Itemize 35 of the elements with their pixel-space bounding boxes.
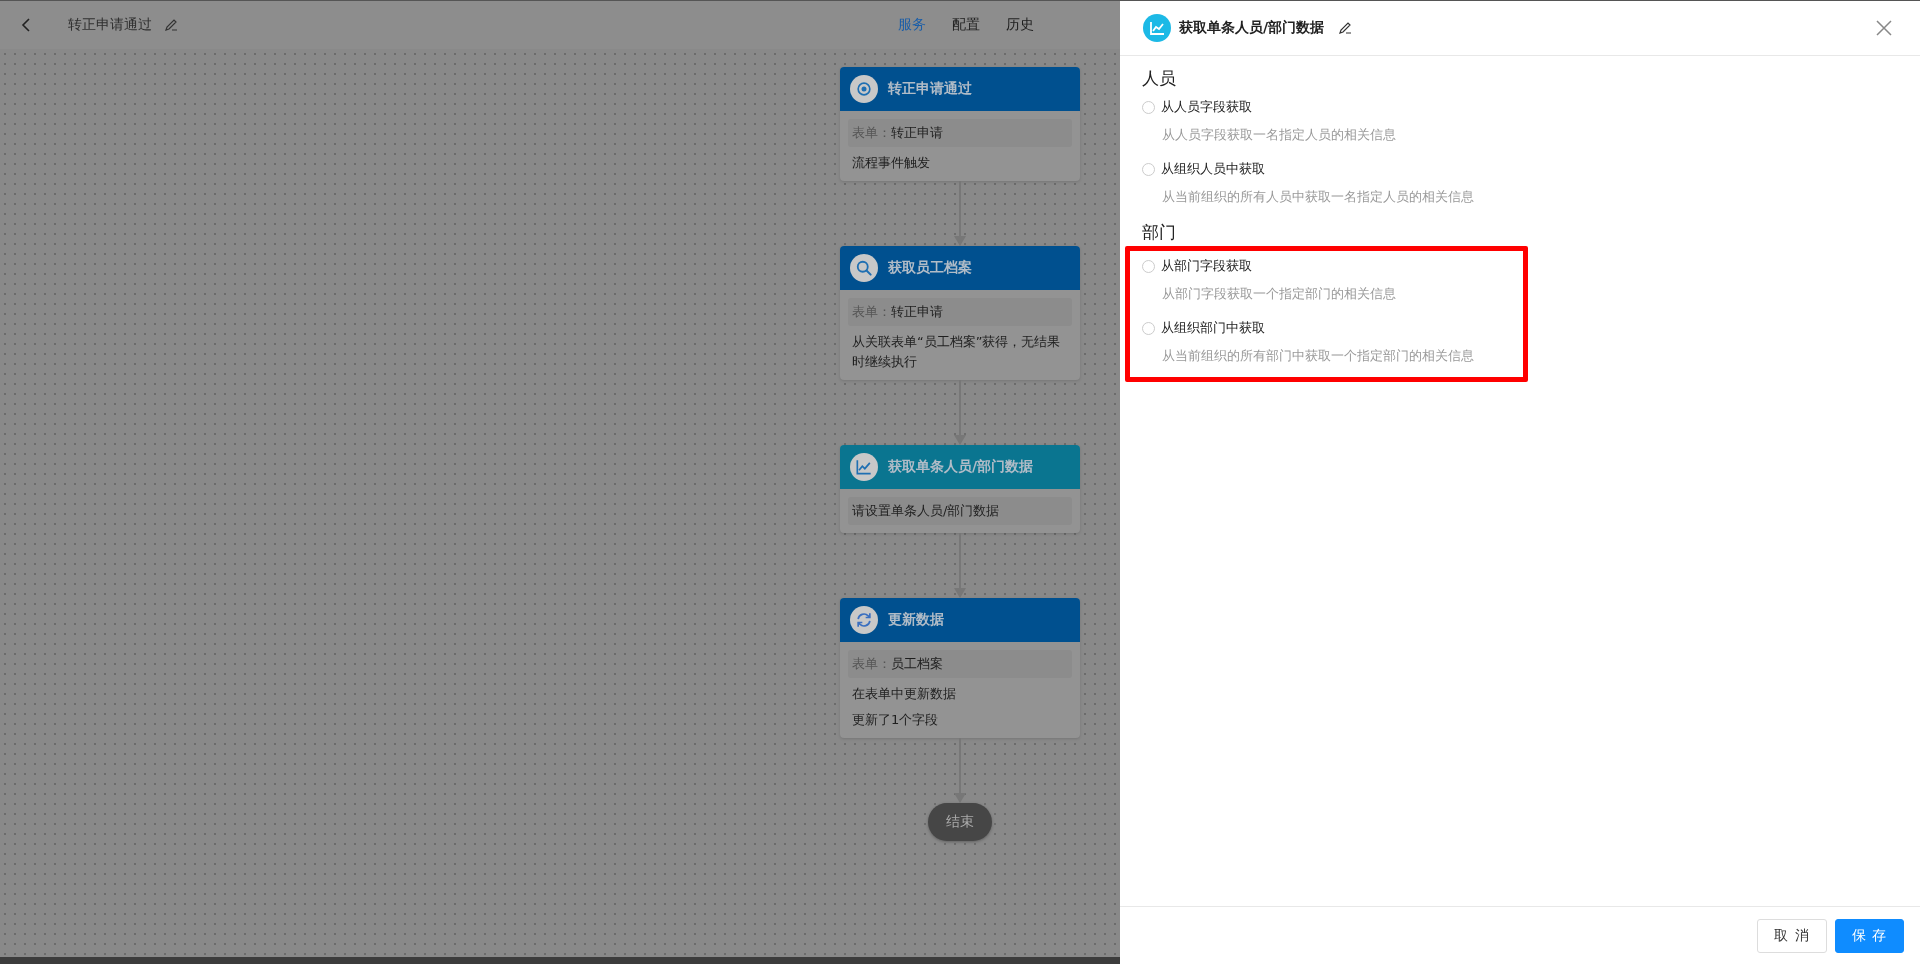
radio-option[interactable]: 从组织人员中获取	[1142, 158, 1265, 180]
node-field: 请设置单条人员/部门数据	[848, 497, 1072, 525]
connector-arrow	[954, 181, 966, 246]
refresh-icon	[854, 610, 874, 630]
cancel-button[interactable]: 取 消	[1757, 918, 1827, 953]
connector-arrow	[954, 738, 966, 803]
end-node: 结束	[928, 803, 992, 841]
node-title: 更新数据	[888, 611, 944, 629]
node-title: 获取员工档案	[888, 259, 972, 277]
close-icon[interactable]	[1876, 20, 1892, 36]
node-description: 从关联表单“员工档案”获得，无结果时继续执行	[851, 333, 1062, 371]
connector-arrow	[954, 380, 966, 445]
radio-option[interactable]: 从组织部门中获取	[1142, 317, 1265, 339]
connector-arrow	[954, 533, 966, 598]
scrollbar[interactable]	[0, 957, 1120, 964]
radio-option[interactable]: 从部门字段获取	[1142, 255, 1252, 277]
save-button[interactable]: 保 存	[1834, 918, 1904, 953]
search-icon	[854, 258, 874, 278]
node-description: 在表单中更新数据	[851, 685, 957, 703]
line-chart-icon	[854, 457, 874, 477]
node-title: 转正申请通过	[888, 80, 972, 98]
section-heading: 人员	[1142, 67, 1177, 90]
node-title: 获取单条人员/部门数据	[888, 458, 1034, 476]
panel-title: 获取单条人员/部门数据	[1179, 19, 1325, 37]
section-heading: 部门	[1142, 221, 1177, 244]
flow-title: 转正申请通过	[68, 16, 152, 34]
target-icon	[854, 79, 874, 99]
pencil-icon[interactable]	[1338, 21, 1353, 35]
tab[interactable]: 配置	[952, 16, 980, 34]
node-description: 流程事件触发	[851, 154, 931, 172]
line-chart-icon	[1143, 14, 1171, 42]
node-description: 更新了1个字段	[851, 711, 940, 729]
radio-option[interactable]: 从人员字段获取	[1142, 96, 1252, 118]
tab[interactable]: 历史	[1006, 16, 1034, 34]
flow-node-card[interactable]: 获取单条人员/部门数据 请设置单条人员/部门数据	[840, 445, 1080, 533]
